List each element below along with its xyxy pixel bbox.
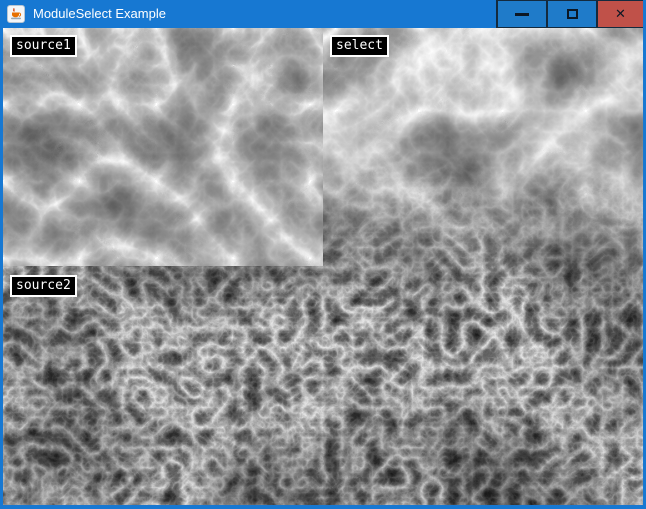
noise-canvas: source1 select source2 <box>3 28 643 505</box>
maximize-button[interactable] <box>546 0 596 28</box>
window-title: ModuleSelect Example <box>33 0 166 28</box>
close-icon: ✕ <box>615 8 626 21</box>
app-window: ModuleSelect Example ✕ <box>0 0 646 509</box>
label-source2: source2 <box>10 275 77 297</box>
minimize-button[interactable] <box>496 0 546 28</box>
java-coffee-cup-icon <box>7 5 25 23</box>
maximize-icon <box>567 9 578 19</box>
close-button[interactable]: ✕ <box>596 0 643 28</box>
titlebar[interactable]: ModuleSelect Example ✕ <box>0 0 646 28</box>
noise-layer-source1 <box>3 28 323 266</box>
label-select: select <box>330 35 389 57</box>
window-controls: ✕ <box>496 0 643 28</box>
noise-render <box>3 28 643 505</box>
label-source1: source1 <box>10 35 77 57</box>
minimize-icon <box>515 13 529 16</box>
noise-layer-select-top <box>323 28 643 286</box>
